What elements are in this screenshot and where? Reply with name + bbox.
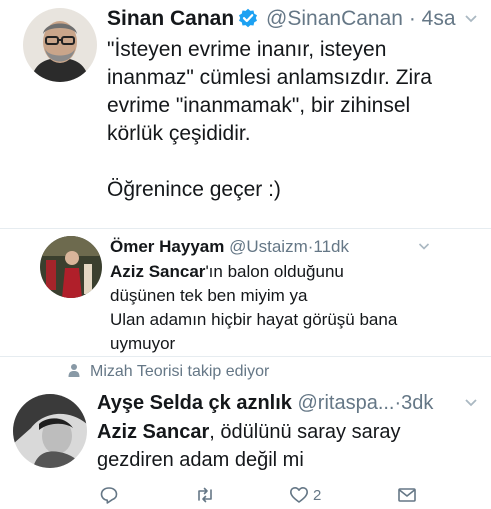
tweet-text: Aziz Sancar'ın balon olduğunu düşünen te… <box>110 260 450 356</box>
avatar[interactable] <box>13 394 87 468</box>
like-count: 2 <box>313 486 322 504</box>
reply-icon <box>100 487 118 504</box>
tweet-header: Ömer Hayyam @Ustaizm·11dk <box>110 236 349 258</box>
author-handle[interactable]: @ritaspa... <box>297 392 394 414</box>
like-button[interactable]: 2 <box>289 483 321 507</box>
chevron-down-icon[interactable] <box>463 394 479 410</box>
tweet-line: gezdiren adam değil mi <box>97 449 304 471</box>
tweet-line: Ulan adamın hiçbir hayat görüşü bana <box>110 310 398 329</box>
separator-dot: · <box>408 7 416 30</box>
retweet-button[interactable] <box>195 483 215 507</box>
author-handle[interactable]: @Ustaizm <box>229 237 308 256</box>
social-context: Mizah Teorisi takip ediyor <box>68 361 269 383</box>
tweet-line: uymuyor <box>110 334 176 353</box>
author-name[interactable]: Ayşe Selda çk aznlık <box>97 392 292 414</box>
tweet-text: "İsteyen evrime inanır, isteyen inanmaz"… <box>107 36 477 204</box>
timestamp[interactable]: 4sa <box>422 7 456 30</box>
tweet-line: Aziz Sancar'ın balon olduğunu <box>110 260 450 284</box>
verified-badge-icon <box>238 8 258 28</box>
mention[interactable]: Aziz Sancar <box>110 262 205 281</box>
direct-message-button[interactable] <box>397 483 417 507</box>
reply-tweet[interactable]: Mizah Teorisi takip ediyor Ayşe Selda çk… <box>0 356 491 509</box>
author-name[interactable]: Ömer Hayyam <box>110 237 224 256</box>
avatar[interactable] <box>40 236 102 298</box>
tweet-text: Aziz Sancar, ödülünü saray saray gezdire… <box>97 418 467 474</box>
tweet-text-paragraph: Öğrenince geçer :) <box>107 178 281 201</box>
timestamp[interactable]: 3dk <box>401 392 433 414</box>
retweet-icon <box>198 487 212 503</box>
tweet-header: Ayşe Selda çk aznlık @ritaspa...·3dk <box>97 390 433 416</box>
social-context-text[interactable]: Mizah Teorisi takip ediyor <box>90 363 269 380</box>
tweet-header: Sinan Canan @SinanCanan · 4sa <box>107 6 456 32</box>
tweet-text-fragment: , ödülünü saray saray <box>209 421 401 443</box>
author-handle[interactable]: @SinanCanan <box>266 7 403 30</box>
chevron-down-icon[interactable] <box>463 10 479 26</box>
author-name[interactable]: Sinan Canan <box>107 7 234 30</box>
envelope-icon <box>398 488 416 502</box>
quoted-tweet[interactable]: Ömer Hayyam @Ustaizm·11dk Aziz Sancar'ın… <box>0 228 491 356</box>
person-icon <box>68 362 80 377</box>
mention[interactable]: Aziz Sancar <box>97 421 209 443</box>
tweet-text-fragment: 'ın balon olduğunu <box>205 262 344 281</box>
main-tweet[interactable]: Sinan Canan @SinanCanan · 4sa "İsteyen e… <box>0 0 491 228</box>
tweet-line: Aziz Sancar, ödülünü saray saray <box>97 418 467 446</box>
heart-icon <box>290 487 308 503</box>
tweet-line: düşünen tek ben miyim ya <box>110 286 308 305</box>
tweet-actions: 2 <box>97 483 437 507</box>
tweet-text-paragraph: "İsteyen evrime inanır, isteyen inanmaz"… <box>107 38 432 145</box>
reply-button[interactable] <box>99 483 119 507</box>
avatar-image <box>40 236 102 298</box>
timestamp[interactable]: 11dk <box>313 237 349 256</box>
avatar-image <box>23 8 97 82</box>
avatar-image <box>13 394 87 468</box>
avatar[interactable] <box>23 8 97 82</box>
chevron-down-icon[interactable] <box>417 239 431 253</box>
